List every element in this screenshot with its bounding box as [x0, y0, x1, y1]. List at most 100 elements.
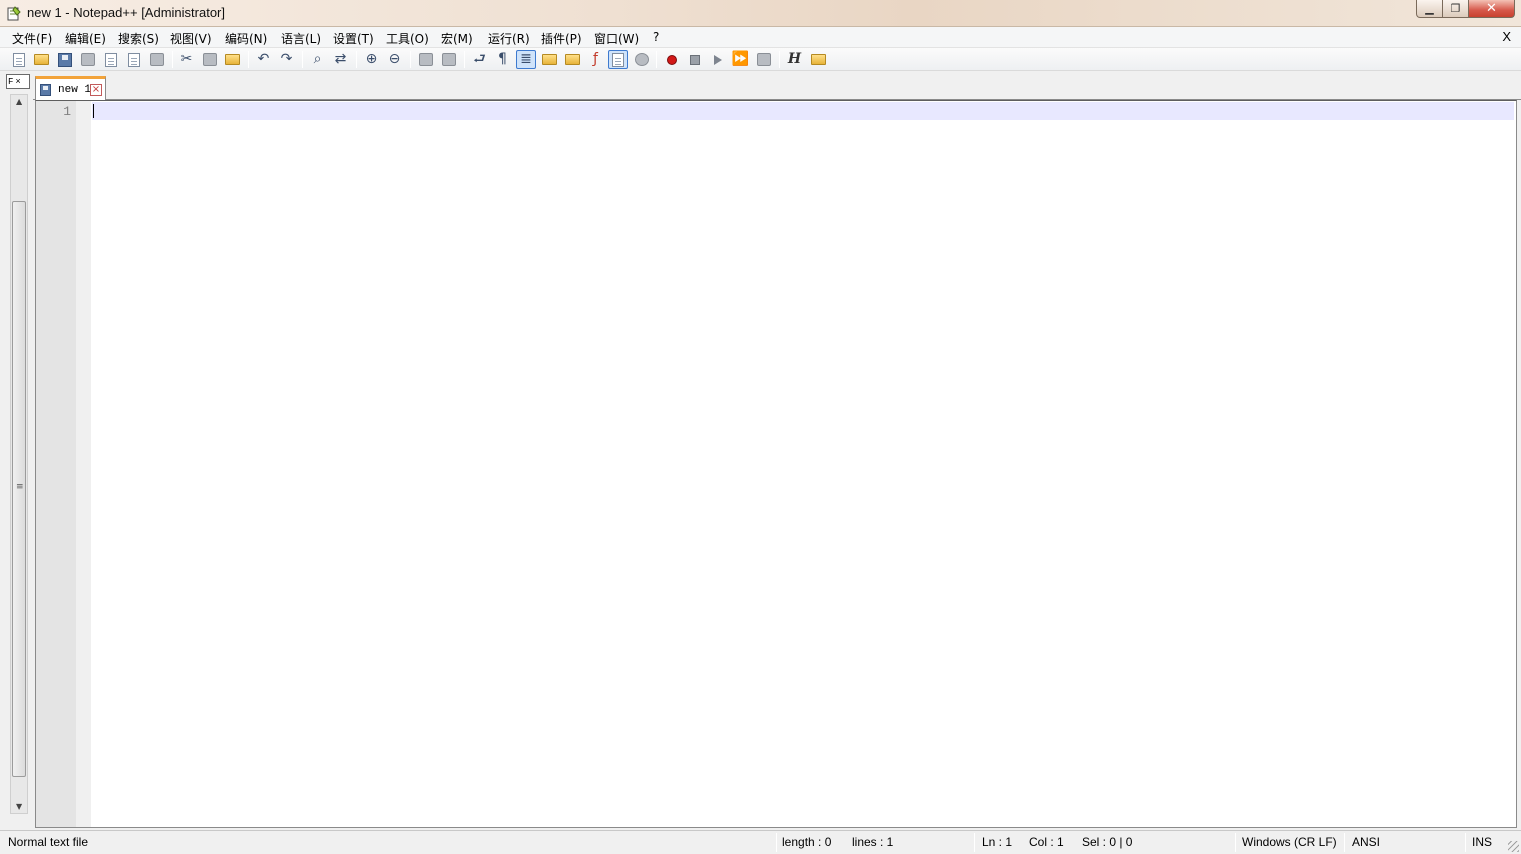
status-line: Ln : 1: [982, 835, 1013, 849]
tab-label: new 1: [58, 84, 92, 96]
save-all-icon[interactable]: [79, 51, 96, 68]
menu-settings[interactable]: 设置(T): [333, 30, 374, 47]
text-editor[interactable]: 1: [35, 100, 1517, 828]
paste-icon[interactable]: [224, 51, 241, 68]
user-language-icon[interactable]: [541, 51, 558, 68]
save-macro-icon[interactable]: [755, 51, 772, 68]
cut-icon[interactable]: ✂: [178, 51, 195, 68]
toolbar: ✂ ↶ ↷ ⌕ ⇄ ⊕ ⊖ ⮐ ¶ ≣ ƒ ⏩ H: [0, 48, 1521, 71]
restore-icon: ❐: [1450, 2, 1461, 15]
close-icon[interactable]: [102, 51, 119, 68]
menu-bar: 文件(F) 编辑(E) 搜索(S) 视图(V) 编码(N) 语言(L) 设置(T…: [0, 27, 1521, 48]
hex-editor-icon[interactable]: H: [786, 51, 803, 68]
toolbar-separator: [656, 51, 657, 68]
panel-close-button[interactable]: ×: [15, 77, 20, 87]
menu-tools[interactable]: 工具(O): [386, 30, 429, 47]
scroll-up-icon[interactable]: ▲: [16, 97, 22, 106]
new-file-icon[interactable]: [10, 51, 27, 68]
line-number: 1: [63, 104, 71, 119]
menu-file[interactable]: 文件(F): [12, 30, 52, 47]
explorer-icon[interactable]: [810, 51, 827, 68]
tab-close-icon[interactable]: ×: [90, 84, 102, 96]
menu-search[interactable]: 搜索(S): [118, 30, 159, 47]
status-file-type: Normal text file: [8, 835, 89, 849]
folder-workspace-icon[interactable]: [608, 50, 628, 69]
panel-header: F ×: [6, 74, 30, 89]
doc-map-icon[interactable]: [564, 51, 581, 68]
text-caret: [93, 104, 94, 118]
toolbar-separator: [302, 51, 303, 68]
status-eol[interactable]: Windows (CR LF): [1242, 835, 1337, 849]
window-title: new 1 - Notepad++ [Administrator]: [27, 5, 225, 20]
menu-run[interactable]: 运行(R): [488, 30, 530, 47]
minimize-icon: ▁: [1425, 2, 1434, 15]
save-icon[interactable]: [56, 51, 73, 68]
toolbar-separator: [779, 51, 780, 68]
menu-plugins[interactable]: 插件(P): [541, 30, 582, 47]
undo-icon[interactable]: ↶: [255, 51, 272, 68]
sync-horizontal-icon[interactable]: [440, 51, 457, 68]
menu-help[interactable]: ?: [653, 30, 659, 44]
status-lines: lines : 1: [852, 835, 894, 849]
panel-label: F: [8, 76, 14, 87]
fold-margin[interactable]: [76, 101, 91, 827]
menu-edit[interactable]: 编辑(E): [65, 30, 106, 47]
toolbar-separator: [172, 51, 173, 68]
toolbar-separator: [356, 51, 357, 68]
play-macro-icon[interactable]: [709, 51, 726, 68]
print-icon[interactable]: [148, 51, 165, 68]
toolbar-separator: [248, 51, 249, 68]
menu-macro[interactable]: 宏(M): [441, 30, 473, 47]
minimize-button[interactable]: ▁: [1416, 0, 1443, 18]
toolbar-separator: [410, 51, 411, 68]
function-list-icon[interactable]: ƒ: [587, 51, 604, 68]
resize-grip-icon[interactable]: [1508, 841, 1519, 852]
sync-vertical-icon[interactable]: [417, 51, 434, 68]
status-insert-mode: INS: [1472, 835, 1493, 849]
menu-window[interactable]: 窗口(W): [594, 30, 639, 47]
maximize-button[interactable]: ❐: [1443, 0, 1469, 18]
find-icon[interactable]: ⌕: [309, 51, 326, 68]
notepadpp-app-icon[interactable]: [6, 6, 21, 21]
zoom-out-icon[interactable]: ⊖: [386, 51, 403, 68]
show-all-chars-icon[interactable]: ¶: [494, 51, 511, 68]
tab-bar: new 1 ×: [33, 72, 1521, 100]
scroll-thumb[interactable]: ≡: [12, 201, 26, 777]
record-macro-icon[interactable]: [663, 51, 680, 68]
toolbar-separator: [464, 51, 465, 68]
close-window-button[interactable]: ✕: [1469, 0, 1515, 18]
grip-icon: ≡: [16, 482, 24, 492]
scroll-down-icon[interactable]: ▼: [16, 802, 22, 811]
redo-icon[interactable]: ↷: [278, 51, 295, 68]
status-selection: Sel : 0 | 0: [1082, 835, 1133, 849]
status-divider: [974, 833, 975, 852]
monitoring-icon[interactable]: [633, 51, 650, 68]
panel-scrollbar[interactable]: ▲ ≡ ▼: [10, 94, 28, 814]
replace-icon[interactable]: ⇄: [332, 51, 349, 68]
indent-guide-icon[interactable]: ≣: [516, 50, 536, 69]
tab-new-1[interactable]: new 1 ×: [35, 76, 106, 100]
status-divider: [1235, 833, 1236, 852]
side-panel: F × ▲ ≡ ▼: [4, 72, 30, 828]
run-macro-multiple-icon[interactable]: ⏩: [732, 51, 749, 68]
close-all-icon[interactable]: [125, 51, 142, 68]
status-divider: [776, 833, 777, 852]
status-divider: [1465, 833, 1466, 852]
current-line-highlight: [92, 102, 1514, 120]
status-length: length : 0: [782, 835, 832, 849]
word-wrap-icon[interactable]: ⮐: [471, 51, 488, 68]
copy-icon[interactable]: [201, 51, 218, 68]
close-document-button[interactable]: X: [1502, 29, 1511, 44]
open-file-icon[interactable]: [33, 51, 50, 68]
saved-document-icon: [40, 84, 51, 96]
status-column: Col : 1: [1029, 835, 1064, 849]
menu-encoding[interactable]: 编码(N): [225, 30, 267, 47]
close-icon: ✕: [1486, 1, 1497, 16]
window-controls: ▁ ❐ ✕: [1416, 0, 1515, 18]
status-encoding[interactable]: ANSI: [1352, 835, 1380, 849]
menu-language[interactable]: 语言(L): [281, 30, 321, 47]
zoom-in-icon[interactable]: ⊕: [363, 51, 380, 68]
stop-record-icon[interactable]: [686, 51, 703, 68]
menu-view[interactable]: 视图(V): [170, 30, 212, 47]
status-divider: [1344, 833, 1345, 852]
